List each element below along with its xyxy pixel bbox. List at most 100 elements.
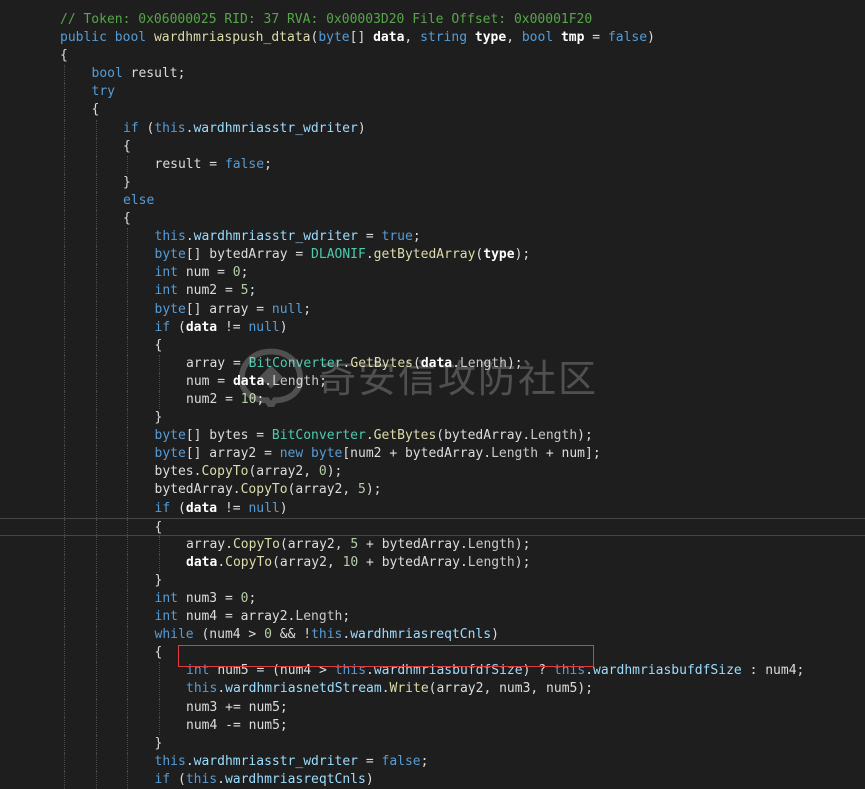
code-line[interactable]: } [0, 571, 865, 590]
code-token: try [91, 84, 115, 100]
code-line[interactable]: this.wardhmriasstr_wdriter = true; [0, 228, 865, 247]
code-token: (array2, [272, 554, 343, 570]
code-line[interactable]: bytes.CopyTo(array2, 0); [0, 463, 865, 482]
code-token: ) [357, 120, 366, 136]
code-token: , [506, 30, 522, 46]
code-line[interactable]: data.CopyTo(array2, 10 + bytedArray.Leng… [0, 553, 865, 572]
code-line[interactable]: bytedArray.CopyTo(array2, 5); [0, 481, 865, 500]
indent-guide [95, 173, 97, 192]
code-text: int num4 = array2.Length; [155, 608, 351, 626]
code-line[interactable]: num = data.Length; [0, 372, 865, 391]
code-line[interactable]: if (data != null) [0, 318, 865, 337]
code-token: , [404, 30, 421, 46]
code-token: (bytedArray. [436, 428, 531, 444]
code-token: ; [256, 391, 265, 407]
code-token: this [154, 120, 186, 136]
indent-guide [95, 680, 97, 699]
code-token: . [217, 681, 226, 697]
code-line[interactable]: } [0, 409, 865, 428]
code-token: null [248, 319, 280, 335]
code-token: (num4 > [201, 627, 265, 643]
code-token: 10 [342, 554, 359, 570]
code-line[interactable]: byte[] bytedArray = DLAONIF.getBytedArra… [0, 246, 865, 265]
code-text: if (data != null) [155, 319, 288, 337]
code-token: ( [177, 500, 186, 516]
code-line[interactable]: result = false; [0, 155, 865, 174]
code-token: { [154, 337, 163, 353]
code-line[interactable]: if (data != null) [0, 499, 865, 518]
code-line[interactable]: if (this.wardhmriasreqtCnls) [0, 770, 865, 789]
code-token: != [217, 319, 249, 335]
code-editor[interactable]: // Token: 0x06000025 RID: 37 RVA: 0x0000… [0, 11, 865, 789]
code-token: } [123, 174, 131, 190]
code-line[interactable]: public bool wardhmriaspush_dtata(byte[] … [0, 29, 865, 47]
code-line[interactable]: this.wardhmriasnetdStream.Write(array2, … [0, 680, 865, 699]
code-token: while [154, 627, 202, 643]
indent-guide [95, 246, 97, 265]
code-line[interactable]: { [0, 210, 865, 229]
code-text: { [92, 101, 100, 119]
code-token: . [185, 229, 194, 245]
code-line[interactable]: bool result; [0, 65, 865, 84]
code-line[interactable]: byte[] array = null; [0, 300, 865, 319]
code-token: ); [514, 536, 531, 552]
indent-guide [127, 535, 128, 554]
code-token: ; [420, 753, 429, 769]
indent-guide [127, 553, 128, 572]
code-token: . [365, 247, 374, 263]
code-line[interactable]: int num2 = 5; [0, 282, 865, 301]
indent-guide [127, 590, 128, 609]
code-line[interactable]: num2 = 10; [0, 390, 865, 410]
code-line[interactable]: int num = 0; [0, 264, 865, 283]
indent-guide [127, 499, 128, 518]
code-line[interactable]: { [0, 47, 865, 65]
code-token: ( [177, 771, 186, 787]
code-line[interactable]: byte[] array2 = new byte[num2 + bytedArr… [0, 445, 865, 464]
code-line[interactable]: { [0, 137, 865, 156]
code-text: try [92, 83, 115, 101]
code-line[interactable]: else [0, 191, 865, 211]
code-line[interactable]: int num3 = 0; [0, 590, 865, 609]
code-line[interactable]: num3 += num5; [0, 698, 865, 717]
code-line[interactable]: { [0, 336, 865, 355]
code-line[interactable]: int num4 = array2.Length; [0, 608, 865, 627]
code-text: { [155, 337, 163, 355]
code-token: 10 [240, 391, 257, 407]
code-token: . [185, 753, 194, 769]
code-line[interactable]: { [0, 101, 865, 120]
code-line[interactable]: } [0, 734, 865, 753]
indent-guide [158, 716, 160, 735]
code-line[interactable]: this.wardhmriasstr_wdriter = false; [0, 752, 865, 771]
indent-guide [64, 65, 65, 84]
code-text: num4 -= num5; [186, 717, 288, 735]
code-text: // Token: 0x06000025 RID: 37 RVA: 0x0000… [60, 11, 592, 29]
code-line[interactable]: array.CopyTo(array2, 5 + bytedArray.Leng… [0, 535, 865, 554]
code-token: ) [365, 771, 374, 787]
code-token: && ! [271, 627, 312, 643]
code-line[interactable]: while (num4 > 0 && !this.wardhmriasreqtC… [0, 626, 865, 645]
code-line[interactable]: num4 -= num5; [0, 716, 865, 735]
code-line[interactable]: if (this.wardhmriasstr_wdriter) [0, 119, 865, 138]
code-line[interactable]: byte[] bytes = BitConverter.GetBytes(byt… [0, 427, 865, 446]
code-token: . [217, 554, 226, 570]
code-line[interactable]: } [0, 173, 865, 192]
indent-guide [64, 518, 65, 535]
code-token: Length [467, 536, 515, 552]
code-line[interactable]: // Token: 0x06000025 RID: 37 RVA: 0x0000… [0, 11, 865, 29]
indent-guide [64, 698, 65, 717]
code-line[interactable]: { [0, 517, 865, 536]
code-line[interactable]: array = BitConverter.GetBytes(data.Lengt… [0, 354, 865, 373]
code-token: Length [295, 609, 343, 625]
code-text: byte[] array2 = new byte[num2 + bytedArr… [155, 445, 601, 463]
code-text: else [123, 192, 154, 210]
code-token: 5 [358, 482, 366, 498]
indent-guide [127, 445, 128, 464]
code-token: tmp [560, 30, 585, 46]
code-token: wardhmriasstr_wdriter [193, 229, 359, 245]
code-line[interactable]: try [0, 83, 865, 102]
indent-guide [64, 481, 65, 500]
code-token: if [154, 500, 178, 516]
indent-guide [95, 644, 97, 663]
code-token: array. [186, 536, 233, 552]
code-token: byte [154, 428, 186, 444]
